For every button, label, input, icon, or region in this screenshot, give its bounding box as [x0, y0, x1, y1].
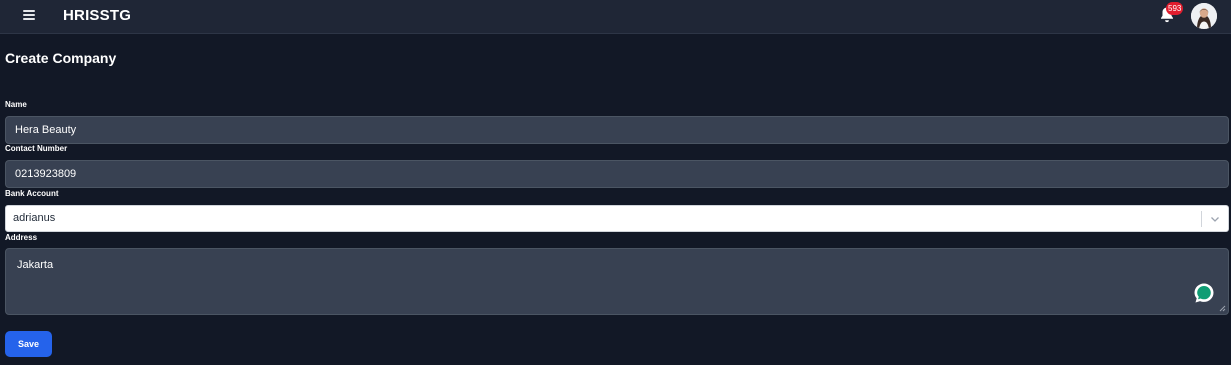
contact-number-field[interactable]: 0213923809 — [5, 160, 1229, 188]
user-avatar[interactable] — [1191, 3, 1217, 29]
notification-count-badge: 593 — [1166, 2, 1184, 15]
save-button[interactable]: Save — [5, 331, 52, 357]
hamburger-menu-icon[interactable] — [23, 9, 35, 21]
app-title: HRISSTG — [63, 7, 132, 24]
bank-account-selected-value: adrianus — [13, 212, 56, 224]
address-textarea[interactable]: Jakarta — [5, 248, 1229, 315]
page-title: Create Company — [5, 50, 117, 66]
contact-number-label: Contact Number — [5, 144, 68, 153]
chat-bubble-icon[interactable] — [1193, 282, 1215, 304]
bank-account-label: Bank Account — [5, 189, 59, 198]
select-separator — [1201, 211, 1202, 227]
top-navbar: HRISSTG 593 — [0, 0, 1231, 34]
chevron-down-icon[interactable] — [1210, 214, 1220, 224]
address-label: Address — [5, 233, 38, 242]
address-value: Jakarta — [17, 259, 54, 271]
resize-grip-icon[interactable] — [1219, 305, 1226, 312]
bank-account-select[interactable]: adrianus — [5, 205, 1229, 232]
name-label: Name — [5, 100, 27, 109]
name-field[interactable]: Hera Beauty — [5, 116, 1229, 144]
